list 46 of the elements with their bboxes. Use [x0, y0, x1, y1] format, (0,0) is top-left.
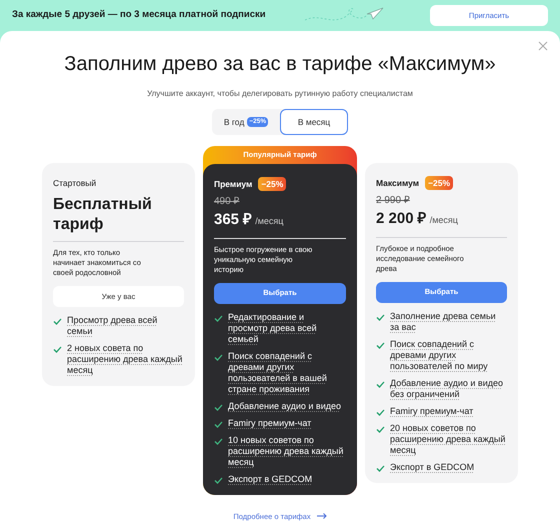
check-icon: [376, 380, 385, 388]
feature-text: 2 новых совета по расширению древа каждый месяц: [67, 343, 183, 376]
feature-text: Просмотр древа всей семьи: [67, 315, 158, 337]
price-period: /месяц: [255, 215, 284, 228]
plan-tier-label: Стартовый: [53, 176, 96, 190]
feature-text: 10 новых советов по расширению древа каждый месяц: [228, 434, 344, 468]
check-icon: [214, 438, 223, 444]
feature-text: Famiry премиум-чат: [228, 418, 312, 428]
check-icon: [214, 354, 223, 360]
price: 365 ₽: [214, 210, 252, 230]
feature-text: Заполнение древа семьи за вас: [390, 310, 497, 332]
feature-text: Экспорт в GEDCOM: [228, 474, 312, 484]
feature-text: Экспорт в GEDCOM: [390, 462, 474, 472]
feature-text: Добавление аудио и видео без ограничений: [390, 378, 504, 400]
check-icon: [376, 314, 385, 320]
plan-tier-label: Премиум: [214, 178, 252, 190]
arrow-right-icon: [316, 513, 327, 520]
modal-title: Заполним древо за вас в тарифе «Максимум»: [64, 52, 496, 77]
plan-name: Бесплатный тариф: [53, 195, 153, 235]
feature-text: Редактирование и просмотр древа всей семьей: [228, 312, 318, 344]
check-icon: [53, 346, 62, 353]
modal-subtitle: Улучшите аккаунт, чтобы делегировать рутинную работу специалистам: [147, 88, 413, 100]
close-icon[interactable]: [538, 41, 548, 51]
discount-badge: −25%: [258, 176, 286, 192]
check-icon: [214, 420, 223, 428]
feature-text: Поиск совпадений с древами других пользователей в вашей стране проживания: [228, 350, 328, 394]
feature-text: 20 новых советов по расширению древа каждый месяц: [390, 422, 506, 456]
feature-text: Famiry премиум-чат: [390, 406, 474, 416]
discount-badge: −25%: [425, 176, 454, 190]
banner-text: За каждые 5 друзей — по 3 месяца платной подписки: [12, 8, 266, 22]
check-icon: [376, 464, 385, 472]
price-period: /месяц: [430, 214, 458, 227]
check-icon: [376, 426, 385, 432]
price: 2 200 ₽: [376, 209, 427, 229]
old-price: 2 990 ₽: [376, 194, 411, 208]
check-icon: [214, 404, 223, 410]
check-icon: [214, 314, 223, 322]
feature-text: Добавление аудио и видео: [228, 400, 341, 412]
check-icon: [376, 342, 385, 348]
check-icon: [214, 476, 223, 484]
check-icon: [376, 408, 385, 416]
old-price: 490 ₽: [214, 195, 240, 209]
billing-tab[interactable]: В месяц: [280, 109, 348, 135]
check-icon: [53, 318, 62, 325]
plan-tier-label: Максимум: [376, 176, 420, 190]
feature-text: Поиск совпадений с древами других пользователей по миру: [390, 338, 489, 372]
